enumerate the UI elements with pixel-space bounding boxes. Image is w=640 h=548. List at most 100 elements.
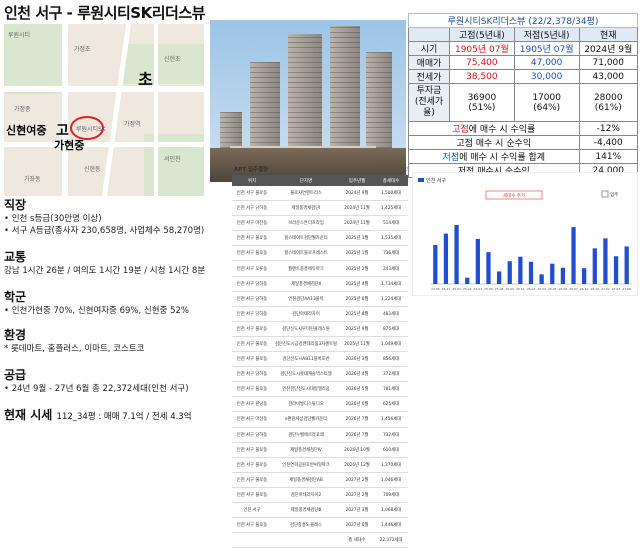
x-tick-label: 26.06: [559, 287, 568, 291]
map-label: 가좌동: [24, 176, 41, 183]
apt-cell: 인천 서구 당하동: [232, 276, 272, 292]
apt-cell: 인천검단AA13블럭: [272, 291, 340, 307]
bar: [550, 263, 555, 284]
cell: 47,000: [513, 55, 580, 70]
apt-cell: 2026년 10월: [340, 442, 374, 458]
apt-cell: 브라운스톤더프라임: [272, 215, 340, 232]
apt-cell: 732세대: [374, 427, 408, 443]
apt-cell: 2025년 11월: [340, 336, 374, 353]
x-tick-label: 25.06: [484, 287, 493, 291]
page-title: 인천 서구 - 루원시티SK리더스뷰: [4, 4, 205, 22]
bar: [592, 248, 597, 284]
apt-row: 인천 서구 마전동 브라운스톤더프라임 2024년 11월 514세대: [232, 215, 408, 232]
apt-cell: 검단중흥S-클래스: [272, 517, 340, 534]
x-tick-label: 26.03: [527, 287, 536, 291]
bar: [486, 252, 491, 284]
apt-cell: 인천 서구 불로동: [232, 351, 272, 368]
return-key: 저점: [442, 153, 460, 163]
apt-row: 인천 서구 불로동 검단신도시AB11블록호반 2026년 3월 856세대: [232, 351, 408, 368]
apt-cell: 243세대: [374, 260, 408, 277]
checkbox-frame: [601, 190, 609, 198]
apt-cell: 인천 서구 마전동: [232, 411, 272, 428]
apt-cell: 1,370세대: [374, 457, 408, 473]
bar: [582, 268, 587, 284]
apt-cell: 2025년 8월: [340, 306, 374, 322]
map-label: 신현동: [84, 166, 101, 173]
apt-cell: 월앤트중흥에듀파크: [272, 260, 340, 277]
map-label: 루원시티: [8, 32, 31, 39]
return-label: 에 매수 시 수익률: [468, 125, 536, 135]
apt-cell: 인천 서구 당하동: [232, 427, 272, 443]
map-label: 가정역: [124, 121, 141, 128]
bar: [496, 271, 502, 284]
bar: [560, 267, 566, 284]
apt-cell: 2027년 6월: [340, 517, 374, 534]
section-heading: 현재 시세: [4, 408, 53, 422]
apt-row: 인천 서구 당하동 검단신도시롯데캐슬넥스티엘 2026년 4월 372세대: [232, 366, 408, 383]
bar: [518, 256, 523, 284]
apt-cell: 2027년 3월: [340, 502, 374, 519]
apt-header: 단지명: [272, 175, 340, 186]
x-tick-label: 25.02: [463, 287, 472, 291]
x-tick-label: 24.09: [431, 287, 440, 291]
apt-cell: e편한세상검단웰카운티: [272, 411, 340, 428]
row-label: 매매가: [408, 55, 450, 70]
apt-cell: 1,425세대: [374, 200, 408, 217]
col-high: 고점(5년내): [449, 27, 515, 42]
apt-cell: 2027년 2월: [340, 487, 374, 503]
apt-cell: 인천 서구 당하동: [232, 291, 272, 307]
row-label: 투자금 (전세가율): [408, 83, 450, 122]
map-label: 신현초: [164, 56, 181, 63]
apt-cell: 인천 서구 오류동: [232, 260, 272, 277]
apt-row: 인천 서구 불로동 제일풍경채검단Ⅳ 2026년 10월 610세대: [232, 442, 408, 458]
apt-cell: 인천 서구 불로동: [232, 321, 272, 337]
summary-table: 루원시티SK리더스뷰 (22/2,378/34평) 고점(5년내) 저점(5년내…: [408, 13, 639, 178]
apt-cell: 2026년 6월: [340, 396, 374, 413]
x-tick-label: 25.08: [495, 287, 504, 291]
add-button-label: 세대수 추가: [503, 192, 525, 199]
map-label: 가정초: [74, 46, 91, 53]
apt-cell: 2024년 11월: [340, 200, 374, 217]
x-tick-label: 26.12: [590, 287, 599, 291]
apt-cell: 2026년 7월: [340, 427, 374, 443]
apt-cell: 856세대: [374, 351, 408, 368]
apt-cell: 2025년 9월: [340, 321, 374, 337]
bar: [603, 238, 608, 284]
apt-cell: 인천 서구 당하동: [232, 366, 272, 383]
apt-total: 22,372세대: [374, 532, 408, 548]
row-label: 전세가: [408, 69, 450, 84]
apt-cell: 2025년 6월: [340, 291, 374, 307]
cell: 75,400: [449, 55, 515, 70]
apt-cell: 875세대: [374, 321, 408, 337]
apt-cell: 2026년 4월: [340, 366, 374, 383]
price-detail: 112_34평 : 매매 7.1억 / 전세 4.3억: [56, 412, 192, 422]
apt-row: 인천 서구 원당동 한라비발디스튜디오 2026년 6월 625세대: [232, 396, 408, 413]
cell: 1905년 07월: [449, 41, 515, 56]
cell: 2024년 9월: [578, 41, 639, 56]
x-tick-label: 27.02: [601, 287, 610, 291]
apt-cell: 1,446세대: [374, 517, 408, 534]
apt-cell: 힐스테이트검단웰카운티: [272, 230, 340, 247]
legend-label: 인천 서구: [426, 177, 446, 184]
apt-cell: 검단신도시우미린클래스원: [272, 321, 340, 337]
apt-cell: 인천 서구 불로동: [232, 336, 272, 353]
section-heading: 교통: [4, 250, 27, 264]
x-tick-label: 26.10: [580, 287, 589, 291]
apt-cell: 인천 서구 불로동: [232, 457, 272, 473]
apt-cell: 2026년 12월: [340, 457, 374, 473]
apt-row: 인천 서구 불로동 힐스테이트검단웰카운티 2025년 1월 1,535세대: [232, 230, 408, 247]
apt-cell: 2025년 2월: [340, 260, 374, 277]
apt-cell: 검단신도시AB11블록호반: [272, 351, 340, 368]
apt-row: 인천 서구 당하동 인천검단AA13블럭 2025년 6월 1,224세대: [232, 291, 408, 307]
apt-cell: 검단누벨에르라포레: [272, 427, 340, 443]
apt-row: 인천 서구 당하동 제일풍경채검단Ⅱ 2025년 4월 1,734세대: [232, 276, 408, 292]
apt-cell: 제일풍경채검단Ⅲ: [272, 502, 340, 519]
apt-cell: 인천 서구 원당동: [232, 396, 272, 413]
apt-row: 인천 서구 불로동 검단중흥S-클래스 2027년 6월 1,446세대: [232, 517, 408, 534]
apt-cell: 인천 서구 불로동: [232, 186, 272, 202]
apt-total-label: 총 세대수: [340, 532, 374, 548]
apt-cell: 2026년 7월: [340, 411, 374, 428]
apt-cell: 1,535세대: [374, 230, 408, 247]
cell: 38,500: [449, 69, 515, 84]
apt-cell: 불로자연앤트리스: [272, 186, 340, 202]
